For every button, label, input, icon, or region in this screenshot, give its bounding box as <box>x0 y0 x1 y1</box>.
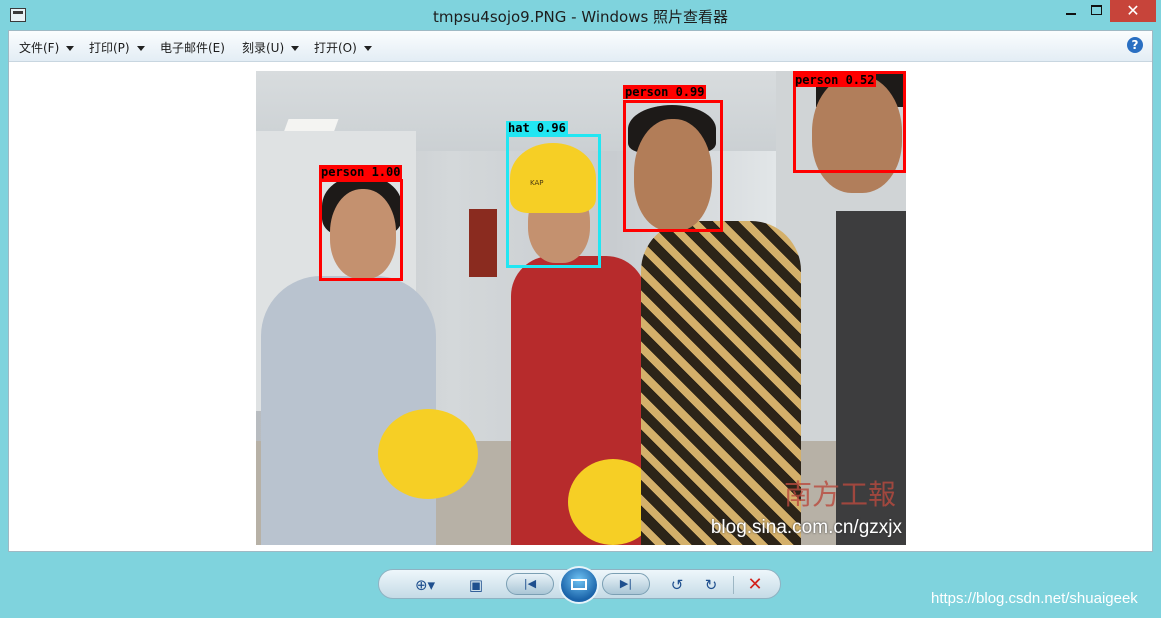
chevron-down-icon <box>66 46 75 51</box>
photo-held-helmet-left <box>378 409 478 499</box>
detection-box-person-1 <box>319 179 403 281</box>
viewer-client-area: 文件(F) 打印(P) 电子邮件(E) 刻录(U) 打开(O) ? KAP pe… <box>8 30 1153 552</box>
rotate-right-button[interactable]: ↻ <box>701 576 721 594</box>
title-bar: tmpsu4sojo9.PNG - Windows 照片查看器 ✕ <box>0 0 1161 30</box>
menu-burn[interactable]: 刻录(U) <box>242 39 300 56</box>
menu-bar: 文件(F) 打印(P) 电子邮件(E) 刻录(U) 打开(O) ? <box>9 31 1152 62</box>
close-button[interactable]: ✕ <box>1110 0 1156 22</box>
detection-box-person-2 <box>623 100 723 232</box>
rotate-left-button[interactable]: ↺ <box>667 576 687 594</box>
photo-watermark: blog.sina.com.cn/gzxjx <box>710 517 902 538</box>
next-button[interactable]: ▶| <box>602 573 650 595</box>
menu-email-label: 电子邮件(E) <box>160 41 225 55</box>
slideshow-icon <box>571 579 587 590</box>
displayed-photo: KAP person 1.00 hat 0.96 person 0.99 per… <box>256 71 906 545</box>
zoom-button[interactable]: ⊕▾ <box>409 576 441 594</box>
photo-person-patterned-shirt-body <box>641 221 801 545</box>
csdn-watermark: https://blog.csdn.net/shuaigeek <box>931 590 1138 607</box>
actual-size-button[interactable]: ▣ <box>467 576 485 594</box>
help-icon[interactable]: ? <box>1127 37 1143 53</box>
chevron-down-icon <box>291 46 300 51</box>
maximize-icon <box>1091 5 1102 15</box>
previous-button[interactable]: |◀ <box>506 573 554 595</box>
menu-print[interactable]: 打印(P) <box>89 39 145 56</box>
menu-open-label: 打开(O) <box>314 41 357 55</box>
menu-file[interactable]: 文件(F) <box>19 39 75 56</box>
slideshow-button[interactable] <box>559 566 599 604</box>
delete-button[interactable]: ✕ <box>745 576 765 594</box>
photo-person-woman-body <box>261 276 436 545</box>
detection-box-hat <box>506 134 601 268</box>
detection-label-hat: hat 0.96 <box>506 121 568 135</box>
minimize-button[interactable] <box>1058 0 1084 22</box>
photo-stamp: 南方工報 <box>783 478 896 511</box>
minimize-icon <box>1066 13 1076 15</box>
image-viewport: KAP person 1.00 hat 0.96 person 0.99 per… <box>9 62 1152 551</box>
chevron-down-icon <box>363 46 372 51</box>
window-title: tmpsu4sojo9.PNG - Windows 照片查看器 <box>432 8 729 26</box>
viewer-toolbar: ⊕▾ ▣ |◀ ▶| ↺ ↻ ✕ <box>378 566 781 604</box>
detection-label-person-2: person 0.99 <box>623 85 707 99</box>
menu-file-label: 文件(F) <box>19 41 60 55</box>
maximize-button[interactable] <box>1084 0 1110 22</box>
menu-burn-label: 刻录(U) <box>242 41 285 55</box>
detection-label-person-1: person 1.00 <box>319 165 403 179</box>
chevron-down-icon <box>136 46 145 51</box>
toolbar-divider <box>733 576 734 594</box>
detection-label-person-3: person 0.52 <box>793 73 877 87</box>
photo-wall-banner <box>469 209 497 277</box>
menu-print-label: 打印(P) <box>89 41 130 55</box>
menu-email[interactable]: 电子邮件(E) <box>160 39 225 56</box>
menu-open[interactable]: 打开(O) <box>314 39 372 56</box>
